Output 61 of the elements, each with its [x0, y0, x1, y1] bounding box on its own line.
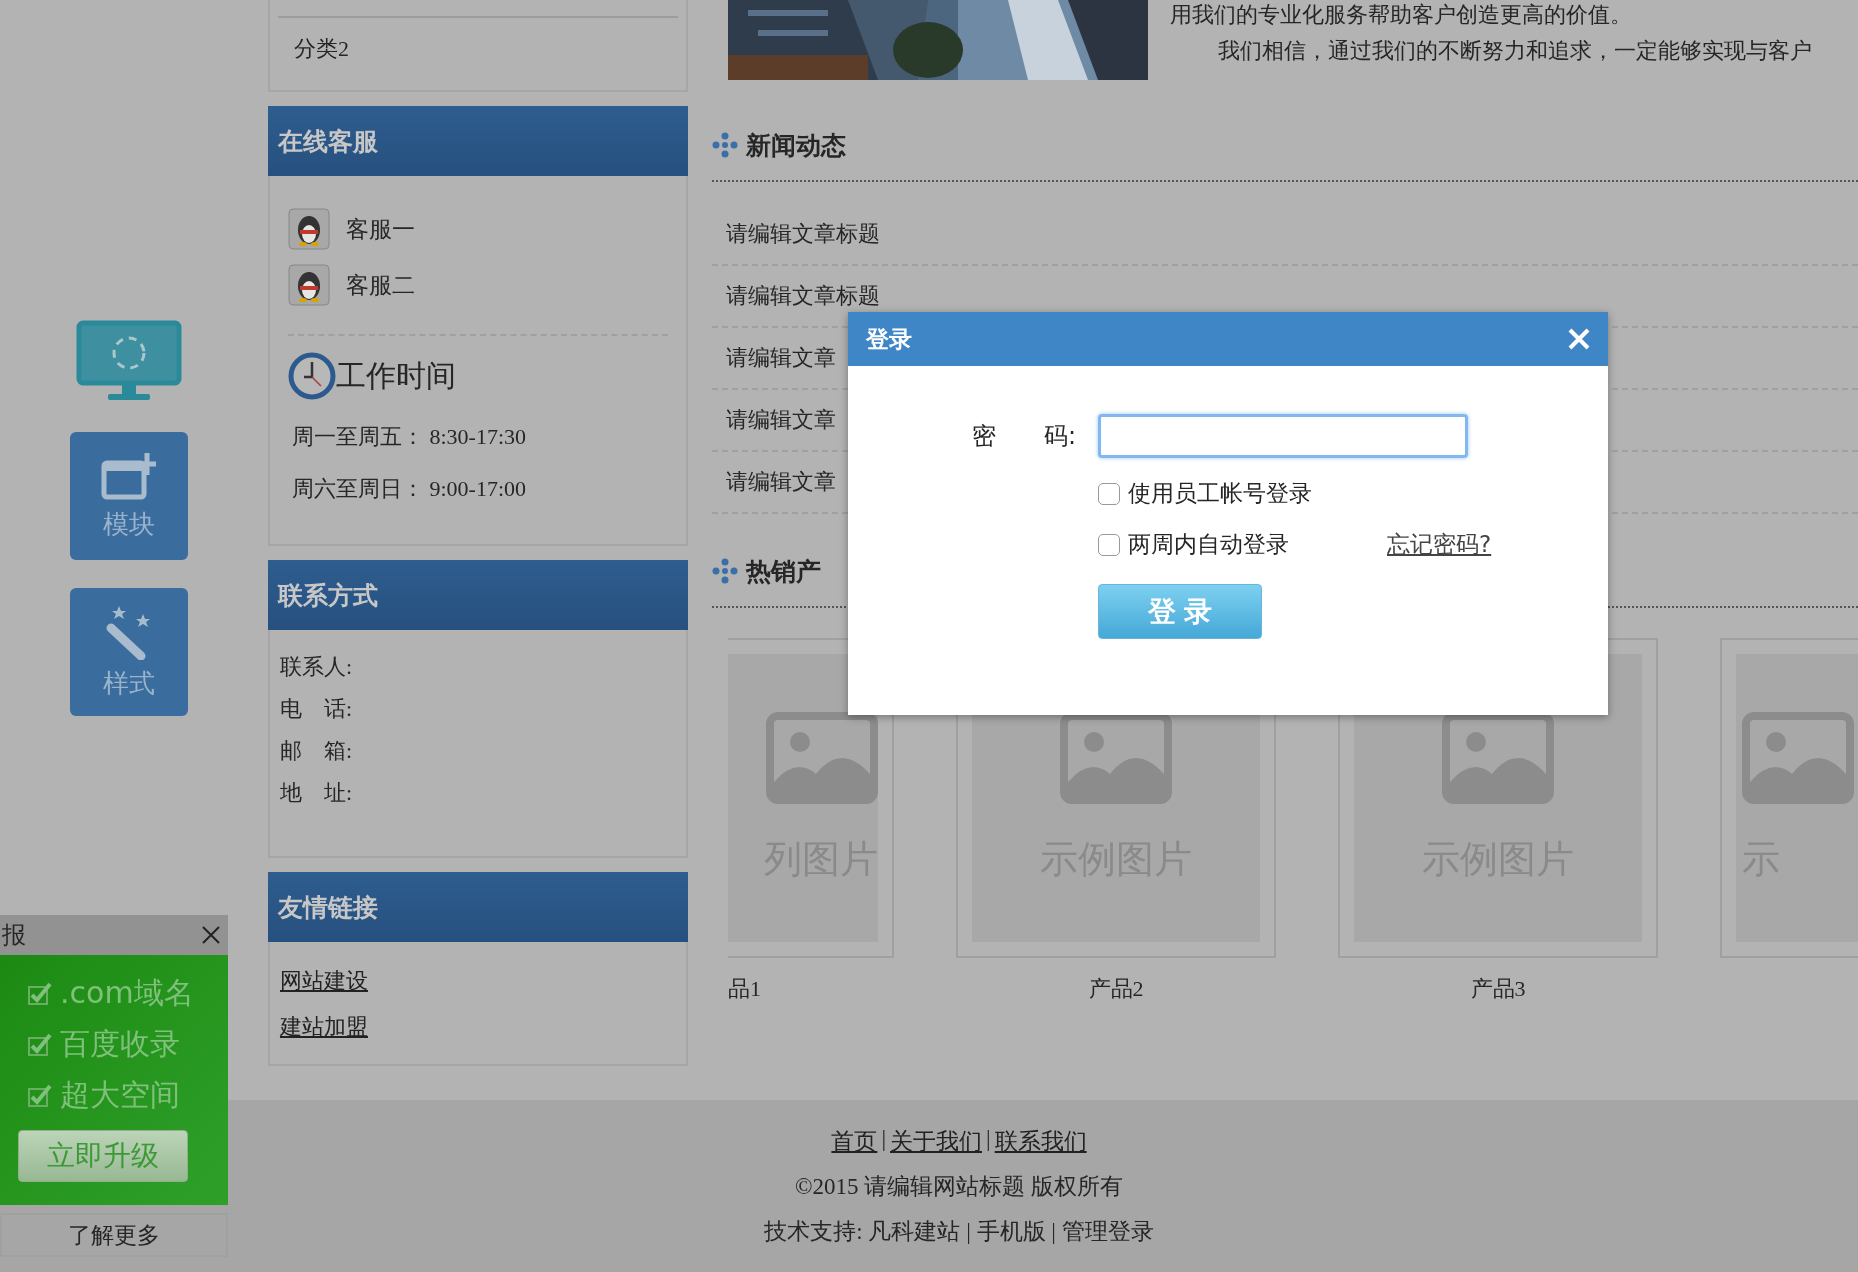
friend-link[interactable]: 网站建设 [280, 966, 368, 996]
section-title: 热销产 [746, 556, 821, 587]
feature-text: 百度收录 [60, 1025, 180, 1063]
close-icon[interactable] [202, 926, 220, 944]
news-link[interactable]: 请编辑文章标题 [726, 221, 880, 246]
checkbox[interactable] [1098, 482, 1120, 505]
close-button[interactable] [1568, 328, 1590, 350]
penguin-icon[interactable] [288, 208, 330, 250]
contact-label: 邮 箱: [280, 737, 353, 765]
check-icon [28, 981, 52, 1006]
support-text: 技术支持: 凡科建站 | 手机版 | 管理登录 [764, 1218, 1154, 1246]
hours-text: 周一至周五： 8:30-17:30 [292, 423, 528, 451]
footer-link[interactable]: 联系我们 [994, 1126, 1087, 1157]
hours-text: 周六至周日： 9:00-17:00 [292, 475, 528, 503]
section-title: 工作时间 [336, 357, 456, 394]
agent-link[interactable]: 客服二 [346, 269, 415, 301]
checkbox[interactable] [1098, 533, 1120, 556]
image-icon [766, 711, 878, 804]
contact-label: 联系人: [280, 653, 353, 681]
diamond-cluster-icon [712, 132, 738, 158]
about-text: 用我们的专业化服务帮助客户创造更高的价值。 [1170, 1, 1633, 29]
panel-title: 在线客服 [278, 126, 378, 157]
feature-text: .com域名 [60, 974, 194, 1012]
footer-link[interactable]: 首页 [831, 1126, 878, 1157]
close-icon [1568, 328, 1590, 350]
news-link[interactable]: 请编辑文章 [726, 407, 836, 432]
clock-icon [288, 352, 336, 400]
section-title: 新闻动态 [746, 130, 846, 161]
product-name[interactable]: 品1 [728, 974, 761, 1004]
about-text: 我们相信，通过我们的不断努力和追求，一定能够实现与客户 [1217, 37, 1812, 65]
check-icon [28, 1032, 52, 1057]
checkbox-label[interactable]: 使用员工帐号登录 [1128, 478, 1312, 509]
product-name[interactable]: 产品3 [1470, 974, 1526, 1004]
more-button[interactable]: 了解更多 [0, 1213, 228, 1257]
password-label: 密 码: [971, 421, 1077, 452]
image-icon [1742, 711, 1854, 804]
contact-label: 电 话: [280, 695, 353, 723]
panel-title: 联系方式 [278, 580, 378, 611]
report-link[interactable]: 报 [2, 919, 26, 951]
dialog-title: 登录 [866, 324, 912, 354]
checkbox-label[interactable]: 两周内自动登录 [1128, 529, 1289, 560]
window-plus-icon [101, 450, 157, 501]
penguin-icon[interactable] [288, 264, 330, 306]
contact-label: 地 址: [280, 779, 353, 807]
diamond-cluster-icon [712, 558, 738, 584]
link-separator: | [986, 1126, 991, 1153]
password-field[interactable] [1098, 414, 1468, 458]
link-separator: | [881, 1126, 886, 1153]
news-link[interactable]: 请编辑文章标题 [726, 283, 880, 308]
friend-link[interactable]: 建站加盟 [280, 1012, 368, 1042]
agent-link[interactable]: 客服一 [346, 213, 415, 245]
news-link[interactable]: 请编辑文章 [726, 345, 836, 370]
product-name[interactable]: 产品2 [1088, 974, 1144, 1004]
feature-text: 超大空间 [60, 1076, 180, 1114]
panel-title: 友情链接 [278, 892, 378, 923]
copyright-text: ©2015 请编辑网站标题 版权所有 [795, 1173, 1123, 1201]
check-icon [28, 1083, 52, 1108]
forgot-password-link[interactable]: 忘记密码? [1387, 529, 1492, 560]
footer-link[interactable]: 关于我们 [890, 1126, 982, 1157]
category-link[interactable]: 分类2 [294, 34, 349, 64]
news-link[interactable]: 请编辑文章 [726, 469, 836, 494]
